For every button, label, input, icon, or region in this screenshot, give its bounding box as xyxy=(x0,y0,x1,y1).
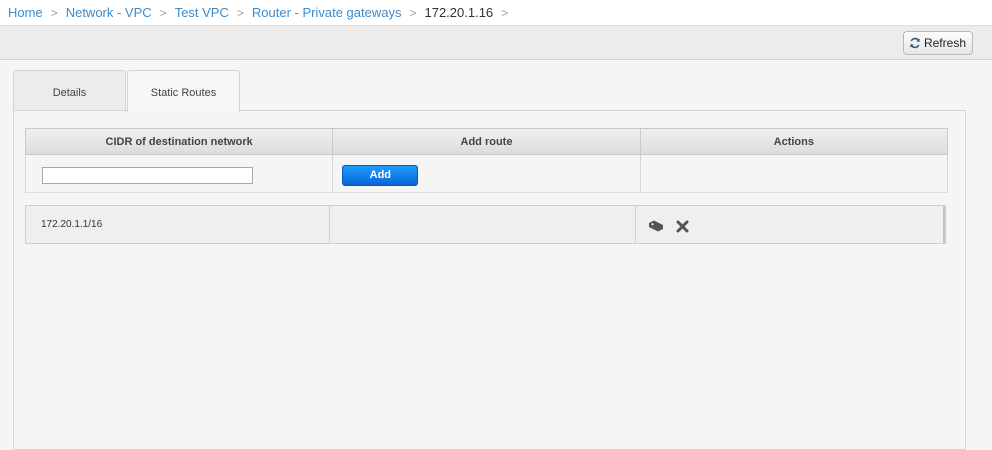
breadcrumb: Home > Network - VPC > Test VPC > Router - Pri… xyxy=(0,0,992,26)
breadcrumb-test-vpc[interactable]: Test VPC xyxy=(175,5,229,20)
route-add-cell xyxy=(330,206,636,243)
remove-icon[interactable] xyxy=(676,220,689,236)
tag-icon[interactable] xyxy=(648,220,664,235)
breadcrumb-current: 172.20.1.16 xyxy=(424,5,494,20)
breadcrumb-home[interactable]: Home xyxy=(8,5,43,20)
table-header: CIDR of destination network Add route Ac… xyxy=(25,128,948,155)
static-routes-table: CIDR of destination network Add route Ac… xyxy=(25,128,948,193)
cidr-cell xyxy=(25,155,334,192)
breadcrumb-network-vpc[interactable]: Network - VPC xyxy=(66,5,152,20)
refresh-button[interactable]: Refresh xyxy=(902,31,973,55)
table-row: 172.20.1.1/16 xyxy=(25,205,946,244)
refresh-label: Refresh xyxy=(923,36,966,50)
breadcrumb-separator: > xyxy=(409,6,417,20)
column-header-add-route: Add route xyxy=(333,129,641,154)
breadcrumb-separator: > xyxy=(501,6,509,20)
refresh-icon xyxy=(909,37,921,49)
breadcrumb-private-gateways[interactable]: Router - Private gateways xyxy=(252,5,402,20)
route-actions xyxy=(636,206,945,243)
column-header-cidr: CIDR of destination network xyxy=(26,129,334,154)
add-route-button[interactable]: Add xyxy=(342,165,419,186)
cidr-input[interactable] xyxy=(42,167,253,184)
breadcrumb-separator: > xyxy=(159,6,167,20)
add-route-row: Add xyxy=(25,155,948,193)
actions-cell xyxy=(641,155,948,192)
column-header-actions: Actions xyxy=(773,136,814,148)
breadcrumb-separator: > xyxy=(50,6,58,20)
tab-static-routes[interactable]: Static Routes xyxy=(127,70,240,112)
breadcrumb-separator: > xyxy=(236,6,244,20)
toolbar: Refresh xyxy=(0,26,992,60)
add-cell: Add xyxy=(333,155,641,192)
tab-details[interactable]: Details xyxy=(13,70,126,111)
route-cidr: 172.20.1.1/16 xyxy=(26,206,330,243)
